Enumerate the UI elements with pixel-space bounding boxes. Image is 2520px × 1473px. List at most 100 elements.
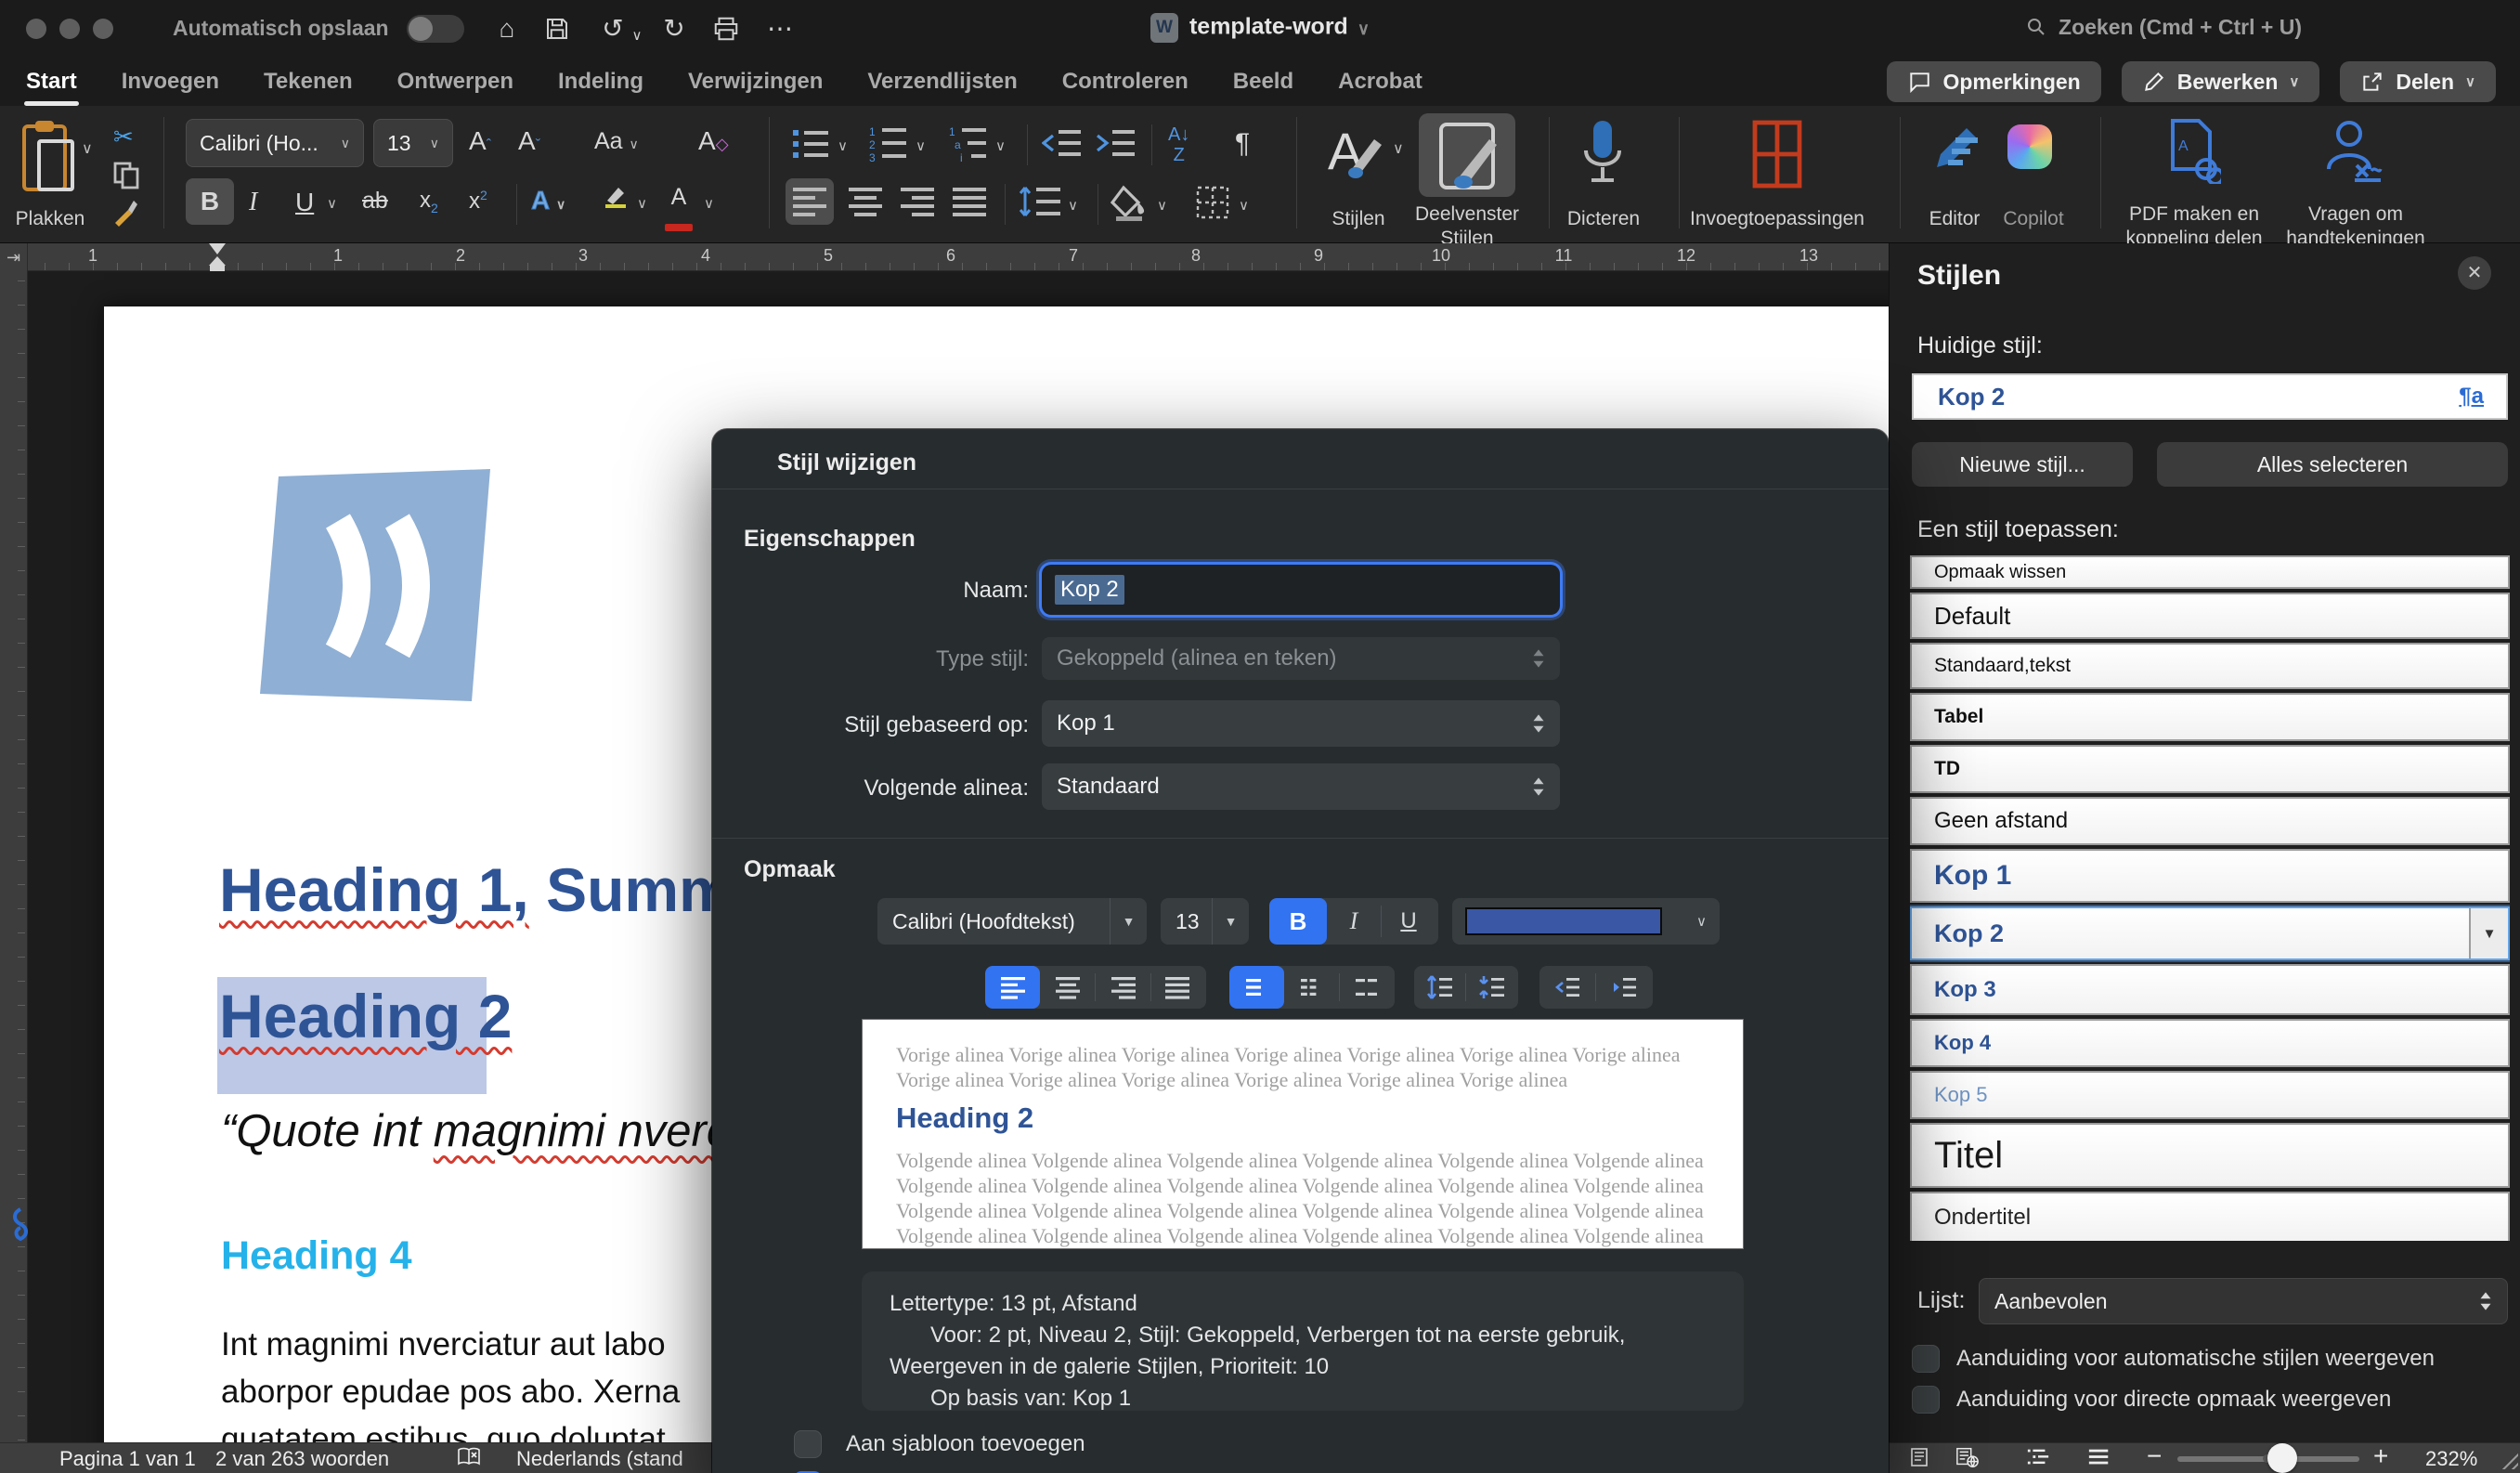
decrease-indent-icon[interactable] xyxy=(1042,126,1083,160)
language-status[interactable]: Nederlands (stand xyxy=(516,1447,683,1471)
style-item-kop-2[interactable]: Kop 2▼ xyxy=(1910,906,2510,960)
styles-gallery-chevron-icon[interactable]: ∨ xyxy=(1393,139,1404,158)
pdf-create-icon[interactable]: A xyxy=(2162,117,2221,184)
strikethrough-button[interactable]: ab xyxy=(362,188,388,215)
tab-controleren[interactable]: Controleren xyxy=(1060,65,1190,98)
style-item-standaard-tekst[interactable]: Standaard,tekst xyxy=(1910,643,2510,689)
dictate-icon[interactable] xyxy=(1578,117,1627,191)
dialog-increase-spacing-button[interactable] xyxy=(1414,966,1465,1009)
style-item-td[interactable]: TD xyxy=(1910,745,2510,793)
align-right-button[interactable] xyxy=(899,186,936,217)
document-heading2[interactable]: Heading 2 xyxy=(219,981,512,1051)
copy-icon[interactable] xyxy=(113,162,139,189)
shrink-font-icon[interactable]: Aˇ xyxy=(518,126,540,156)
select-all-button[interactable]: Alles selecteren xyxy=(2157,442,2508,487)
style-item-kop-1[interactable]: Kop 1 xyxy=(1910,849,2510,903)
draft-view-icon[interactable] xyxy=(2087,1446,2111,1468)
tab-verzendlijsten[interactable]: Verzendlijsten xyxy=(865,65,1019,98)
window-resize-grip[interactable] xyxy=(2498,1449,2518,1469)
dialog-increase-indent-button[interactable] xyxy=(1596,966,1652,1009)
document-heading1[interactable]: Heading 1, Summa xyxy=(219,854,768,925)
show-direct-formatting-checkbox[interactable] xyxy=(1912,1386,1940,1414)
font-name-select[interactable]: Calibri (Ho...∨ xyxy=(186,119,364,167)
multilevel-list-chevron-icon[interactable]: ∨ xyxy=(995,137,1006,154)
paste-chevron-icon[interactable]: ∨ xyxy=(82,139,93,158)
style-name-input[interactable]: Kop 2 xyxy=(1042,565,1560,615)
align-left-button[interactable] xyxy=(786,178,834,225)
underline-chevron-icon[interactable]: ∨ xyxy=(327,195,337,212)
text-effects-button[interactable]: A ∨ xyxy=(531,186,565,215)
body-line[interactable]: quatatem estibus, quo doluptat xyxy=(221,1415,680,1442)
search-field[interactable]: Zoeken (Cmd + Ctrl + U) xyxy=(2025,15,2302,40)
zoom-out-button[interactable]: − xyxy=(2147,1441,2162,1471)
first-line-indent-marker[interactable] xyxy=(209,243,226,254)
subscript-button[interactable]: x2 xyxy=(420,188,438,215)
document-logo-image[interactable] xyxy=(260,469,490,701)
focus-mode-icon[interactable] xyxy=(1909,1446,1933,1468)
body-line[interactable]: Int magnimi nverciatur aut labo xyxy=(221,1321,680,1368)
zoom-in-button[interactable]: + xyxy=(2373,1441,2388,1471)
numbered-list-chevron-icon[interactable]: ∨ xyxy=(916,137,926,154)
tab-beeld[interactable]: Beeld xyxy=(1231,65,1295,98)
vertical-ruler[interactable] xyxy=(0,271,28,1442)
document-body-text[interactable]: Int magnimi nverciatur aut laboaborpor e… xyxy=(221,1321,680,1442)
superscript-button[interactable]: x2 xyxy=(469,188,487,215)
dialog-justify-button[interactable] xyxy=(1151,966,1203,1009)
tab-acrobat[interactable]: Acrobat xyxy=(1336,65,1424,98)
list-filter-select[interactable]: Aanbevolen xyxy=(1979,1278,2508,1324)
zoom-slider-knob[interactable] xyxy=(2267,1443,2297,1473)
share-button[interactable]: Delen∨ xyxy=(2340,61,2496,102)
style-item-default[interactable]: Default xyxy=(1910,593,2510,639)
show-auto-styles-checkbox[interactable] xyxy=(1912,1345,1940,1373)
line-spacing-chevron-icon[interactable]: ∨ xyxy=(1068,197,1078,214)
dialog-align-left-button[interactable] xyxy=(985,966,1040,1009)
highlight-chevron-icon[interactable]: ∨ xyxy=(637,195,647,212)
italic-button[interactable]: I xyxy=(249,188,257,217)
clear-formatting-icon[interactable]: A◇ xyxy=(698,126,729,156)
copilot-icon[interactable] xyxy=(2007,124,2052,169)
borders-icon[interactable] xyxy=(1194,184,1231,221)
based-on-select[interactable]: Kop 1 xyxy=(1042,700,1560,747)
style-item-kop-4[interactable]: Kop 4 xyxy=(1910,1019,2510,1067)
styles-gallery-icon[interactable]: A xyxy=(1326,121,1385,180)
next-paragraph-select[interactable]: Standaard xyxy=(1042,763,1560,810)
dialog-spacing-single-button[interactable] xyxy=(1229,966,1284,1009)
hanging-indent-marker[interactable] xyxy=(209,256,226,266)
dialog-bold-button[interactable]: B xyxy=(1269,898,1327,945)
line-spacing-icon[interactable] xyxy=(1018,184,1062,219)
style-item-tabel[interactable]: Tabel xyxy=(1910,693,2510,741)
dialog-underline-button[interactable]: U xyxy=(1382,898,1435,945)
align-center-button[interactable] xyxy=(847,186,884,217)
horizontal-ruler[interactable]: 112345678910111213 xyxy=(28,243,1889,271)
bullet-list-icon[interactable] xyxy=(791,126,832,160)
multilevel-list-icon[interactable]: 1ai xyxy=(947,123,990,163)
cut-icon[interactable]: ✂ xyxy=(113,123,134,151)
zoom-level[interactable]: 232% xyxy=(2425,1447,2477,1471)
bold-button[interactable]: B xyxy=(186,178,234,225)
dialog-italic-button[interactable]: I xyxy=(1327,898,1381,945)
dialog-spacing-1-5-button[interactable] xyxy=(1284,966,1339,1009)
dialog-spacing-double-button[interactable] xyxy=(1340,966,1394,1009)
add-to-template-checkbox[interactable] xyxy=(794,1430,822,1458)
font-size-select[interactable]: 13∨ xyxy=(373,119,453,167)
dialog-decrease-spacing-button[interactable] xyxy=(1466,966,1517,1009)
close-panel-button[interactable]: ✕ xyxy=(2458,256,2491,290)
editor-icon[interactable] xyxy=(1929,123,1981,175)
underline-button[interactable]: U xyxy=(295,188,314,217)
signatures-icon[interactable] xyxy=(2323,117,2383,184)
edit-mode-button[interactable]: Bewerken∨ xyxy=(2122,61,2320,102)
bullet-list-chevron-icon[interactable]: ∨ xyxy=(838,137,848,154)
paste-button[interactable] xyxy=(20,119,78,197)
comments-button[interactable]: Opmerkingen xyxy=(1887,61,2100,102)
format-painter-icon[interactable] xyxy=(111,199,139,227)
proofing-status-icon[interactable] xyxy=(457,1446,481,1468)
dialog-font-select[interactable]: Calibri (Hoofdtekst)▼ xyxy=(877,898,1147,945)
tab-tekenen[interactable]: Tekenen xyxy=(262,65,355,98)
change-case-icon[interactable]: Aa ∨ xyxy=(594,128,639,155)
sort-icon[interactable]: A↓Z xyxy=(1168,124,1189,165)
font-color-button[interactable]: A xyxy=(665,184,693,238)
dialog-align-center-button[interactable] xyxy=(1040,966,1095,1009)
dialog-align-right-button[interactable] xyxy=(1096,966,1150,1009)
justify-button[interactable] xyxy=(951,186,988,217)
dialog-font-color-well[interactable]: ∨ xyxy=(1452,898,1720,945)
